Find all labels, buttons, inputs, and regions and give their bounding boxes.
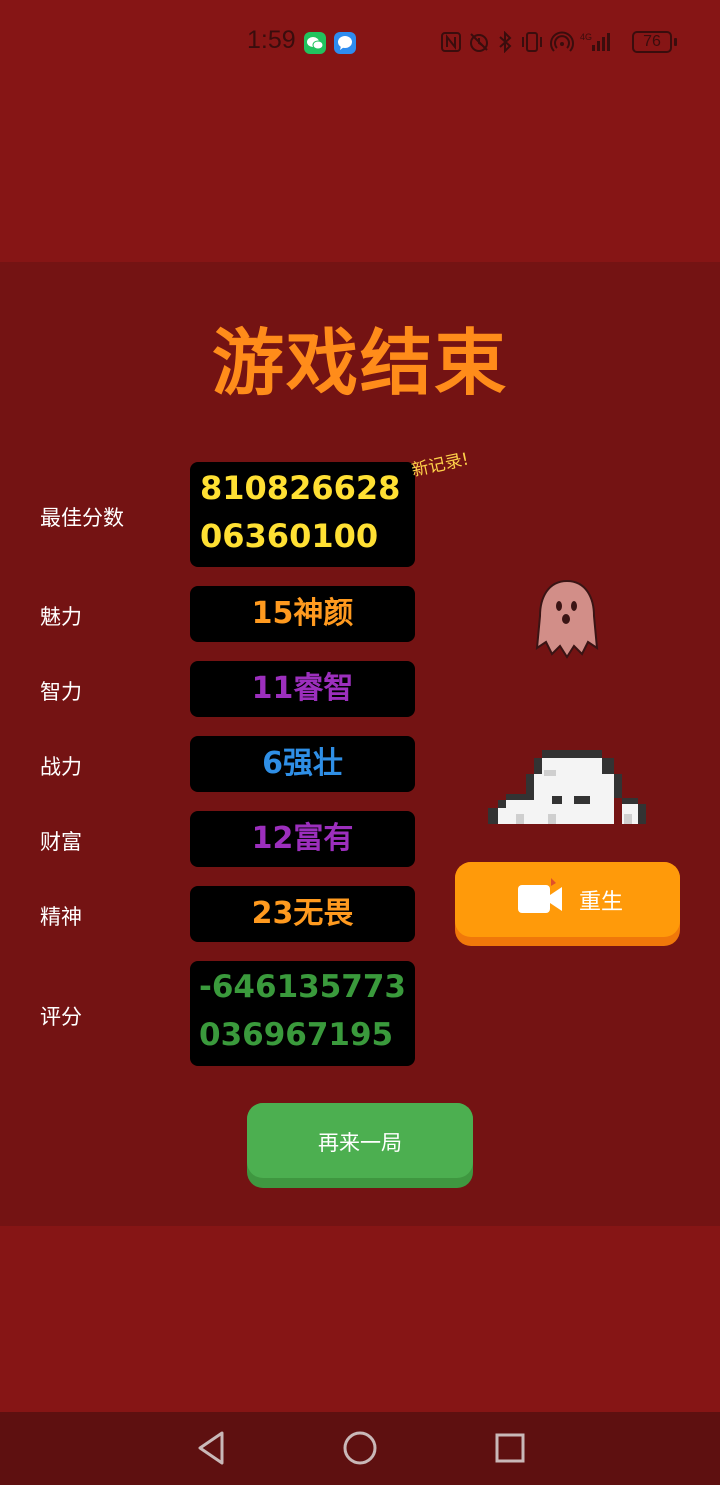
charm-value: 15神颜 bbox=[251, 596, 354, 631]
best-score-value: 81082662806360100 bbox=[200, 469, 401, 555]
wealth-value: 12富有 bbox=[251, 821, 354, 856]
intelligence-value: 11睿智 bbox=[251, 671, 354, 706]
4g-signal-icon: 4G bbox=[580, 32, 610, 51]
rating-label: 评分 bbox=[40, 1005, 82, 1029]
rating-box: -646135773036967195 bbox=[190, 961, 415, 1066]
wechat-icon bbox=[304, 32, 326, 54]
svg-text:4G: 4G bbox=[580, 32, 592, 42]
recents-icon[interactable] bbox=[492, 1428, 528, 1468]
intelligence-box: 11睿智 bbox=[190, 661, 415, 717]
spirit-label: 精神 bbox=[40, 905, 82, 929]
combat-label: 战力 bbox=[40, 755, 82, 779]
rebirth-button-face bbox=[455, 862, 680, 937]
wealth-label: 财富 bbox=[40, 830, 82, 854]
battery-icon: 76 bbox=[632, 31, 672, 53]
wealth-box: 12富有 bbox=[190, 811, 415, 867]
battery-tip bbox=[674, 38, 677, 46]
status-time: 1:59 bbox=[247, 26, 296, 54]
rating-value: -646135773036967195 bbox=[199, 969, 406, 1053]
combat-box: 6强壮 bbox=[190, 736, 415, 792]
rebirth-button[interactable]: 重生 bbox=[455, 862, 680, 946]
alarm-icon bbox=[470, 33, 488, 52]
play-again-button-label: 再来一局 bbox=[318, 1131, 402, 1155]
spirit-value: 23无畏 bbox=[251, 896, 354, 931]
bluetooth-icon bbox=[499, 31, 512, 53]
hotspot-icon bbox=[550, 31, 574, 52]
play-again-button[interactable]: 再来一局 bbox=[247, 1103, 473, 1188]
ghost-icon bbox=[535, 579, 599, 659]
battery-level: 76 bbox=[643, 33, 661, 50]
game-over-title: 游戏结束 bbox=[211, 321, 508, 405]
video-camera-icon bbox=[518, 878, 562, 913]
back-icon[interactable] bbox=[194, 1428, 228, 1468]
best-score-box: 81082662806360100 bbox=[190, 462, 415, 567]
status-icons: 4G bbox=[440, 30, 616, 54]
intelligence-label: 智力 bbox=[40, 680, 82, 704]
nfc-icon bbox=[441, 32, 461, 52]
best-score-label: 最佳分数 bbox=[40, 506, 124, 530]
charm-box: 15神颜 bbox=[190, 586, 415, 642]
message-icon bbox=[334, 32, 356, 54]
charm-label: 魅力 bbox=[40, 605, 82, 629]
rebirth-button-label: 重生 bbox=[579, 890, 624, 915]
combat-value: 6强壮 bbox=[262, 746, 343, 781]
pixel-ghost-icon bbox=[488, 750, 646, 824]
spirit-box: 23无畏 bbox=[190, 886, 415, 942]
status-bar: 1:59 4G 76 bbox=[0, 0, 720, 84]
vibrate-icon bbox=[522, 32, 542, 52]
home-icon[interactable] bbox=[342, 1428, 378, 1468]
